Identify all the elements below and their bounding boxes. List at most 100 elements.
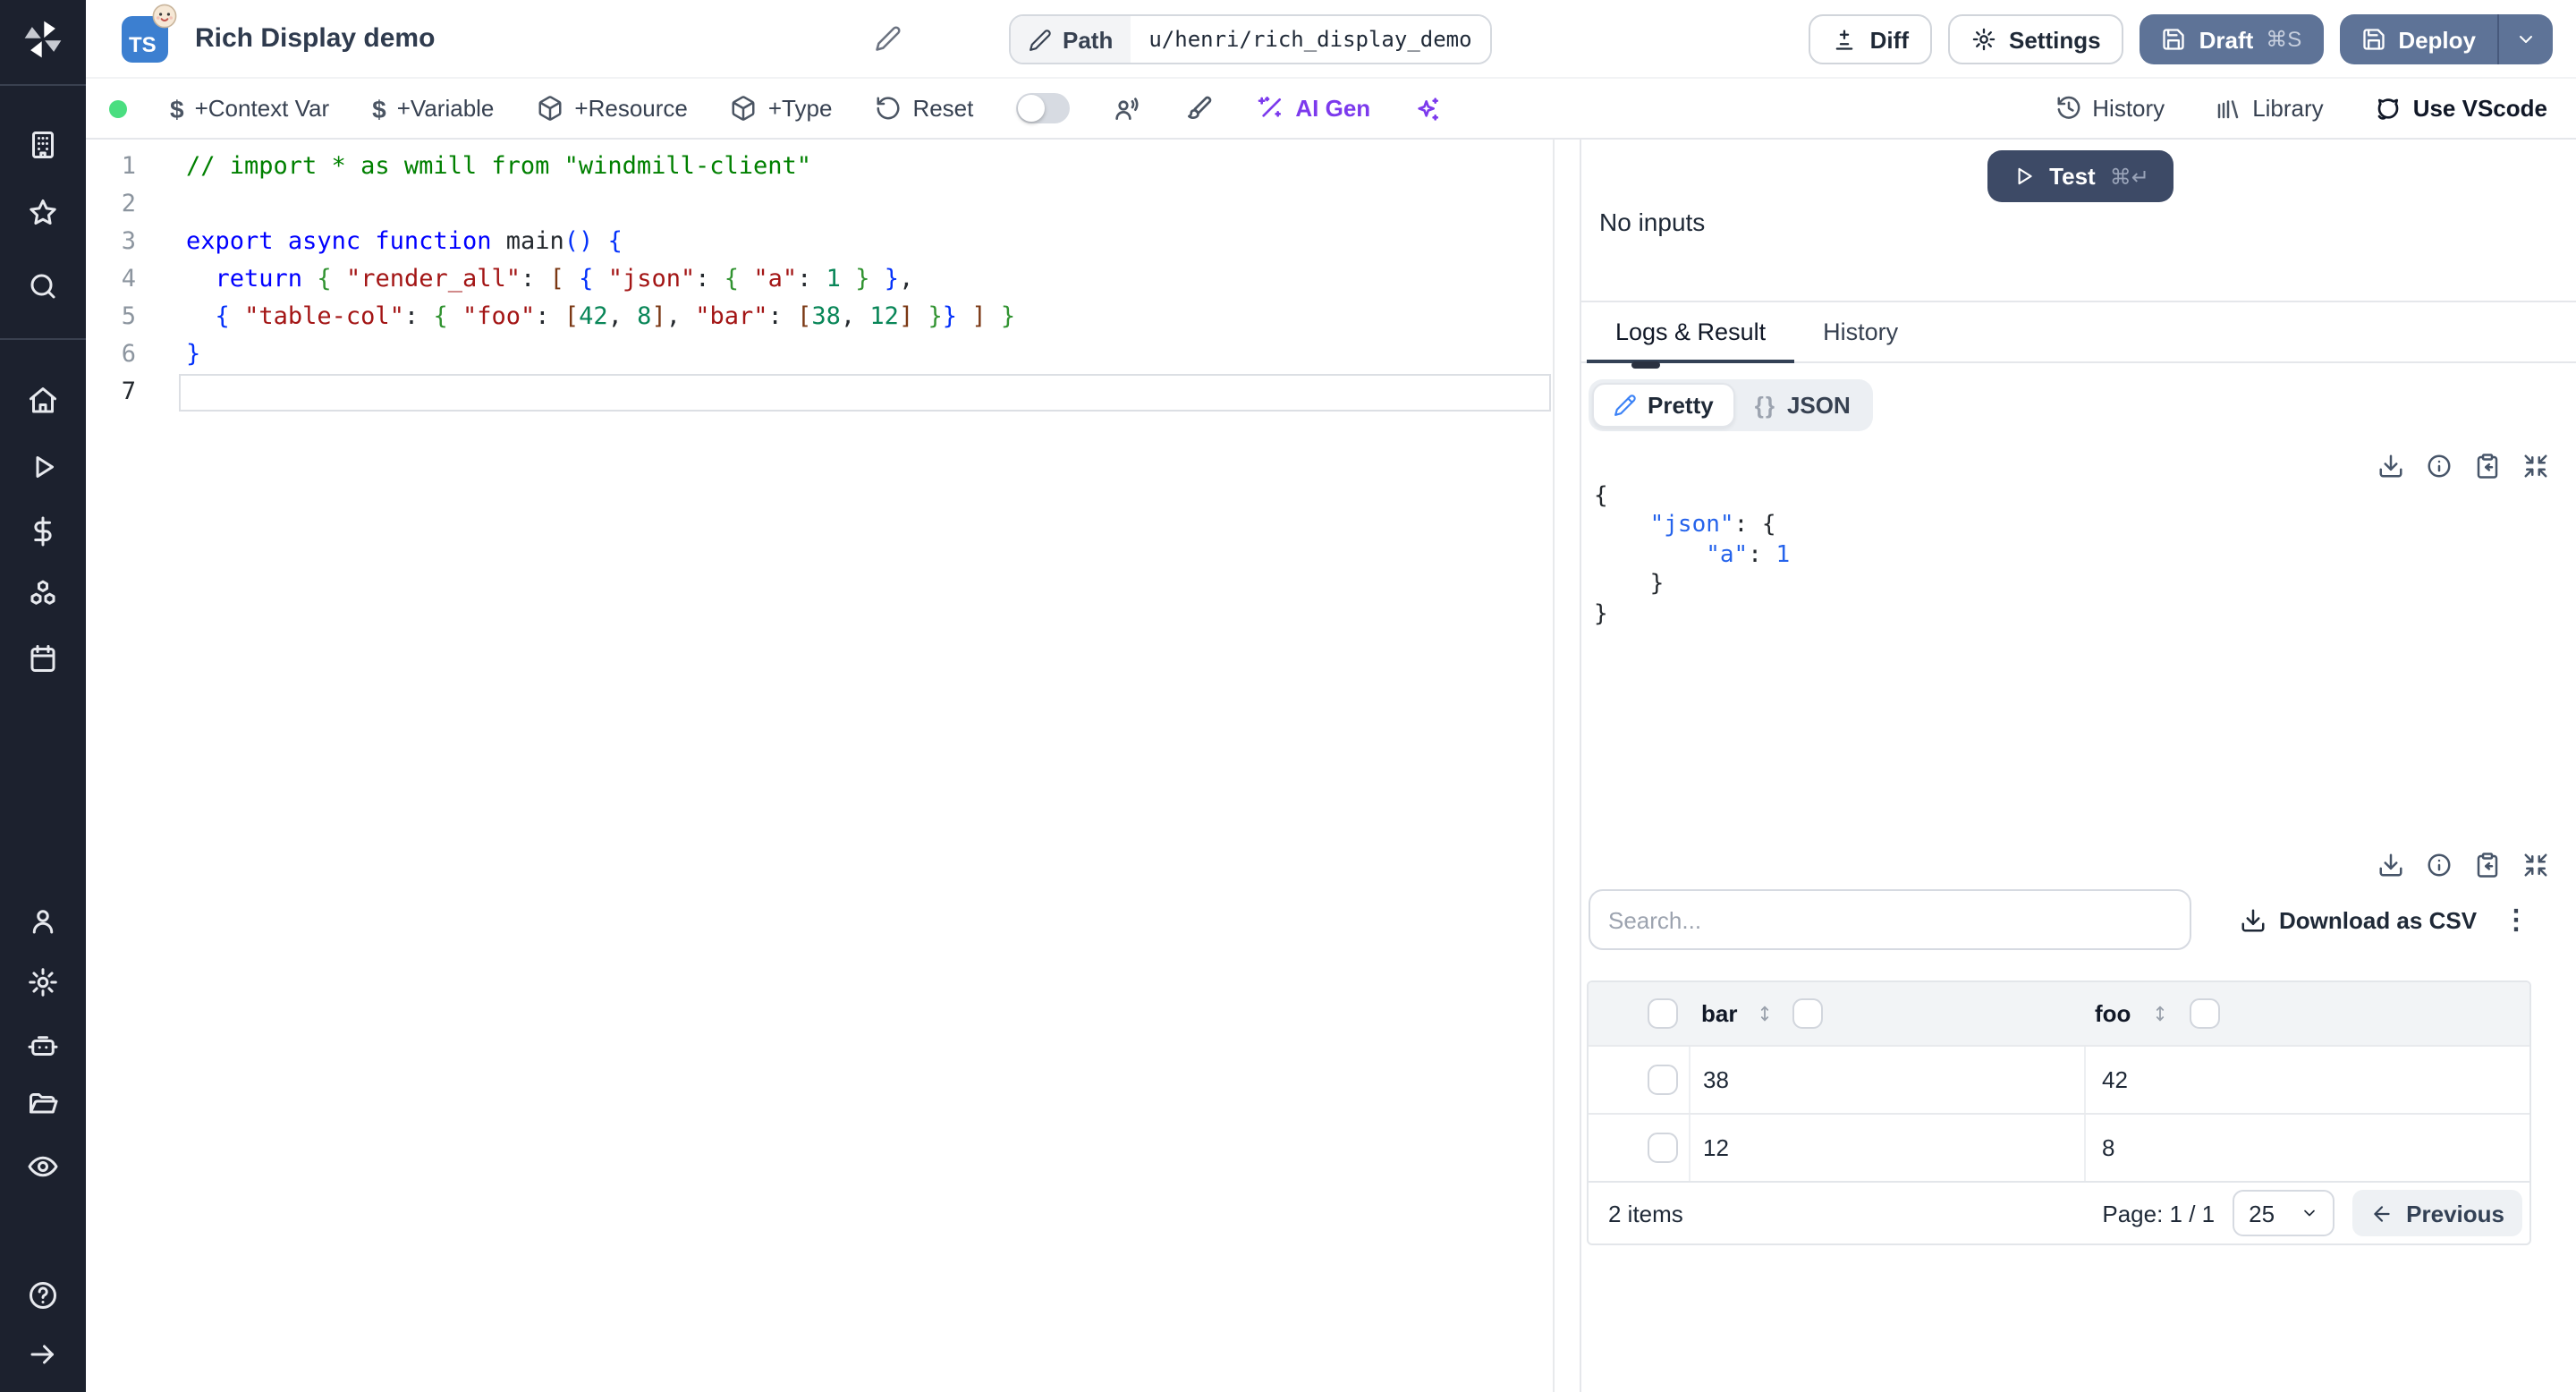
settings-button[interactable]: Settings <box>1948 14 2124 64</box>
row-checkbox[interactable] <box>1648 1133 1678 1163</box>
result-actions <box>2377 453 2549 480</box>
reset-icon <box>877 97 900 120</box>
multiplayer-toggle[interactable] <box>1016 93 1071 123</box>
use-vscode-button[interactable]: Use VScode <box>2374 94 2547 123</box>
code-line[interactable]: 3 export async function main() { <box>86 224 1553 261</box>
edit-title-button[interactable] <box>875 25 902 52</box>
format-button[interactable] <box>1184 94 1213 123</box>
sidebar-item-folders[interactable] <box>27 1088 59 1120</box>
sort-icon[interactable] <box>2150 1002 2170 1025</box>
test-button[interactable]: Test ⌘↵ <box>1987 150 2174 202</box>
path-field[interactable]: Path u/henri/rich_display_demo <box>1009 14 1492 64</box>
sidebar-item-users[interactable] <box>27 905 59 938</box>
pencil-icon <box>1030 29 1051 50</box>
user-voice-icon <box>1115 97 1139 119</box>
copy-result-button[interactable] <box>2474 453 2501 480</box>
draft-button[interactable]: Draft ⌘S <box>2140 14 2324 64</box>
reset-button[interactable]: Reset <box>875 95 973 122</box>
sidebar-item-favorites[interactable] <box>27 197 59 229</box>
library-button[interactable]: Library <box>2215 95 2324 122</box>
tab-history[interactable]: History <box>1794 302 1927 361</box>
json-view-button[interactable]: {} JSON <box>1735 383 1870 428</box>
chevron-down-icon <box>2520 36 2532 43</box>
sidebar-item-help[interactable] <box>27 1279 59 1311</box>
wand-icon <box>1258 96 1282 116</box>
code-line[interactable]: 6} <box>86 336 1553 374</box>
search-input[interactable] <box>1589 889 2191 950</box>
row-checkbox[interactable] <box>1648 1065 1678 1095</box>
sidebar-item-variables[interactable] <box>27 515 59 547</box>
package-icon <box>538 96 562 121</box>
sidebar-item-runs[interactable] <box>27 451 59 483</box>
path-label: Path <box>1011 16 1131 63</box>
code-content[interactable]: 1// import * as wmill from "windmill-cli… <box>86 149 1553 412</box>
column-checkbox[interactable] <box>2190 998 2221 1029</box>
sidebar-item-home[interactable] <box>27 385 59 417</box>
save-icon <box>2362 29 2384 50</box>
result-json-line: } <box>1594 600 1608 628</box>
tab-logs-result[interactable]: Logs & Result <box>1587 302 1795 363</box>
code-line[interactable]: 5 { "table-col": { "foo": [42, 8], "bar"… <box>86 299 1553 336</box>
download-table-button[interactable] <box>2377 852 2404 878</box>
panel-splitter-handle[interactable] <box>1631 361 1660 369</box>
avatar-emoji-icon <box>152 4 177 29</box>
add-variable-button[interactable]: $ +Variable <box>372 94 494 123</box>
column-checkbox[interactable] <box>1792 998 1824 1029</box>
chevron-down-icon <box>2304 1210 2315 1217</box>
result-info-button[interactable] <box>2426 453 2453 480</box>
sidebar-item-workers[interactable] <box>27 1029 59 1061</box>
diff-button[interactable]: Diff <box>1809 14 1932 64</box>
save-icon <box>2163 29 2185 50</box>
column-header-foo[interactable]: foo <box>2095 1000 2131 1027</box>
add-context-var-button[interactable]: $ +Context Var <box>170 94 329 123</box>
info-icon <box>2428 853 2451 877</box>
calendar-icon <box>30 645 55 672</box>
code-line[interactable]: 2 <box>86 186 1553 224</box>
user-icon <box>32 910 54 934</box>
result-json: { "json": { "a": 1 }} <box>1594 483 1790 630</box>
robot-icon <box>28 1036 58 1056</box>
copy-table-button[interactable] <box>2474 852 2501 878</box>
sidebar-item-settings[interactable] <box>27 966 59 998</box>
result-view-switch: Pretty {} JSON <box>1589 379 1874 431</box>
code-editor[interactable]: 1// import * as wmill from "windmill-cli… <box>86 140 1555 1392</box>
previous-page-button[interactable]: Previous <box>2352 1190 2522 1236</box>
history-button[interactable]: History <box>2055 95 2165 122</box>
add-resource-button[interactable]: +Resource <box>537 95 688 122</box>
expand-result-button[interactable] <box>2522 453 2549 480</box>
table-row[interactable]: 38 42 <box>1589 1045 2529 1113</box>
add-type-button[interactable]: +Type <box>731 95 832 122</box>
path-value[interactable]: u/henri/rich_display_demo <box>1131 16 1490 63</box>
table-info-button[interactable] <box>2426 852 2453 878</box>
sidebar-item-audit-logs[interactable] <box>27 1150 59 1183</box>
cubes-icon <box>30 580 55 605</box>
select-all-checkbox[interactable] <box>1648 998 1678 1029</box>
play-icon <box>36 456 54 478</box>
sidebar-item-expand[interactable] <box>27 1338 59 1371</box>
ai-gen-button[interactable]: AI Gen <box>1256 94 1370 123</box>
table-row[interactable]: 12 8 <box>1589 1113 2529 1181</box>
deploy-options-button[interactable] <box>2499 14 2553 64</box>
download-csv-button[interactable]: Download as CSV <box>2240 906 2477 933</box>
sidebar-item-workspace[interactable] <box>27 129 59 161</box>
table-header-row: bar foo <box>1589 982 2529 1045</box>
table-menu-button[interactable]: ⋮ <box>2503 906 2529 933</box>
pretty-view-button[interactable]: Pretty <box>1592 383 1735 428</box>
sidebar-item-search[interactable] <box>27 270 59 302</box>
ai-assistant-button[interactable] <box>1413 94 1442 123</box>
sidebar-item-schedules[interactable] <box>27 642 59 675</box>
line-number: 7 <box>121 378 136 406</box>
download-result-button[interactable] <box>2377 453 2404 480</box>
sort-icon[interactable] <box>1755 1002 1775 1025</box>
expand-table-button[interactable] <box>2522 852 2549 878</box>
sidebar-item-resources[interactable] <box>27 578 59 610</box>
multiplayer-users-button[interactable] <box>1113 94 1141 123</box>
code-line[interactable]: 1// import * as wmill from "windmill-cli… <box>86 149 1553 186</box>
page-indicator: Page: 1 / 1 <box>2102 1200 2216 1226</box>
page-size-select[interactable]: 25 <box>2233 1190 2335 1236</box>
code-line[interactable]: 4 return { "render_all": [ { "json": { "… <box>86 261 1553 299</box>
deploy-button[interactable]: Deploy <box>2339 14 2497 64</box>
column-header-bar[interactable]: bar <box>1701 1000 1737 1027</box>
windmill-logo-icon[interactable] <box>20 16 66 63</box>
building-icon <box>32 132 54 158</box>
